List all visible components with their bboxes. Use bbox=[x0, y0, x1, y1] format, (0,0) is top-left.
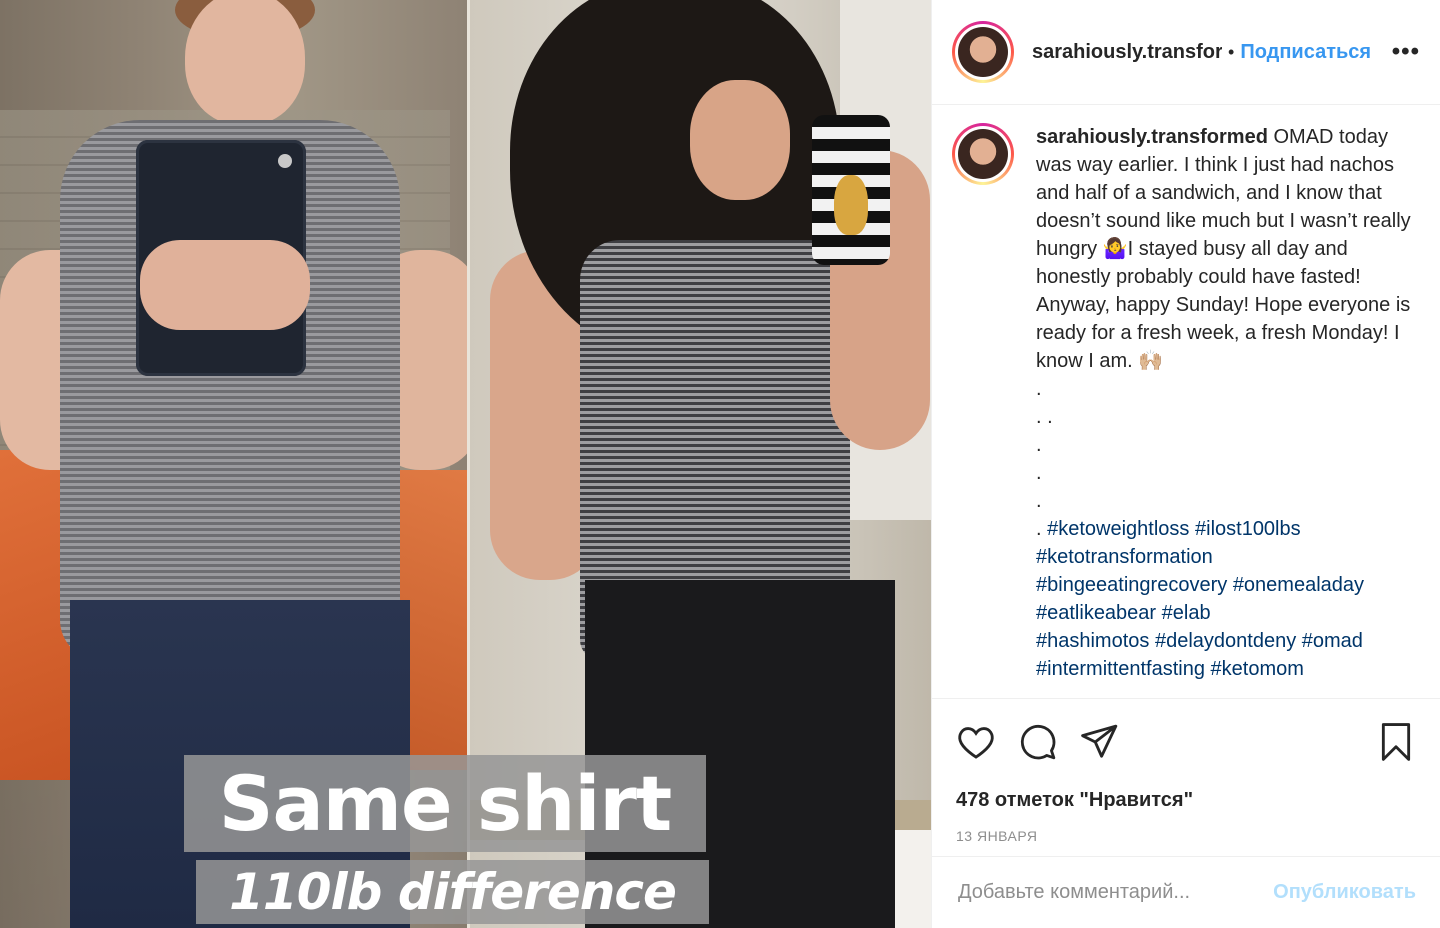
pineapple-icon bbox=[834, 175, 868, 235]
speech-bubble-icon[interactable] bbox=[1018, 722, 1058, 762]
header-username[interactable]: sarahiously.transformed bbox=[1032, 41, 1222, 64]
hashtag-link[interactable]: #omad bbox=[1302, 630, 1363, 652]
caption-dot: . bbox=[1036, 490, 1042, 512]
post-date[interactable]: 13 ЯНВАРЯ bbox=[932, 816, 1440, 856]
phone bbox=[812, 115, 890, 265]
avatar-border bbox=[955, 126, 1011, 182]
likes-count[interactable]: 478 отметок "Нравится" bbox=[932, 784, 1440, 816]
comment-form: Опубликовать bbox=[932, 856, 1440, 928]
post-photo[interactable]: Same shirt 110lb difference bbox=[0, 0, 931, 928]
post-modal: Same shirt 110lb difference sarahiously.… bbox=[0, 0, 1440, 928]
action-bar bbox=[932, 698, 1440, 784]
hashtag-link[interactable]: #ketomom bbox=[1211, 658, 1304, 680]
paper-plane-icon[interactable] bbox=[1080, 722, 1120, 762]
avatar[interactable] bbox=[952, 21, 1014, 83]
avatar-border bbox=[955, 24, 1011, 80]
hashtag-link[interactable]: #onemealaday bbox=[1233, 574, 1364, 596]
hashtag-link[interactable]: #ketoweightloss bbox=[1047, 518, 1189, 540]
avatar-image bbox=[958, 129, 1008, 179]
hashtag-prefix: . bbox=[1036, 518, 1048, 540]
caption-dot: . bbox=[1036, 434, 1042, 456]
bookmark-icon[interactable] bbox=[1376, 722, 1416, 762]
post-caption: sarahiously.transformed OMAD today was w… bbox=[1036, 123, 1420, 698]
caption-text: OMAD today was way earlier. I think I ju… bbox=[1036, 126, 1411, 372]
hashtag-link[interactable]: #intermittentfasting bbox=[1036, 658, 1205, 680]
caption-dot: . bbox=[1036, 378, 1042, 400]
hashtag-link[interactable]: #bingeeatingrecovery bbox=[1036, 574, 1227, 596]
hashtag-link[interactable]: #eatlikeabear bbox=[1036, 602, 1156, 624]
comment-input[interactable] bbox=[956, 880, 1274, 905]
caption-username[interactable]: sarahiously.transformed bbox=[1036, 126, 1268, 148]
follow-button[interactable]: Подписаться bbox=[1240, 41, 1371, 64]
avatar-image bbox=[958, 27, 1008, 77]
hashtag-link[interactable]: #ilost100lbs bbox=[1195, 518, 1301, 540]
more-options-icon[interactable]: ••• bbox=[1392, 38, 1420, 66]
hashtag-link[interactable]: #hashimotos bbox=[1036, 630, 1149, 652]
face bbox=[690, 80, 790, 200]
publish-button[interactable]: Опубликовать bbox=[1273, 881, 1416, 904]
caption-avatar[interactable] bbox=[952, 123, 1014, 185]
caption-dot: . bbox=[1036, 462, 1042, 484]
heart-icon[interactable] bbox=[956, 722, 996, 762]
separator: • bbox=[1228, 41, 1235, 62]
caption-difference: 110lb difference bbox=[196, 860, 709, 924]
hands bbox=[140, 240, 310, 330]
caption-dot: . . bbox=[1036, 406, 1053, 428]
caption-same-shirt: Same shirt bbox=[184, 755, 706, 852]
post-sidebar: sarahiously.transformed • Подписаться ••… bbox=[931, 0, 1440, 928]
comments-area[interactable]: sarahiously.transformed OMAD today was w… bbox=[932, 105, 1440, 698]
camera-icon bbox=[278, 154, 292, 168]
hashtag-link[interactable]: #ketotransformation bbox=[1036, 546, 1213, 568]
head bbox=[185, 0, 305, 125]
post-header: sarahiously.transformed • Подписаться ••… bbox=[932, 0, 1440, 105]
hashtag-link[interactable]: #delaydontdeny bbox=[1155, 630, 1296, 652]
hashtag-link[interactable]: #elab bbox=[1162, 602, 1211, 624]
